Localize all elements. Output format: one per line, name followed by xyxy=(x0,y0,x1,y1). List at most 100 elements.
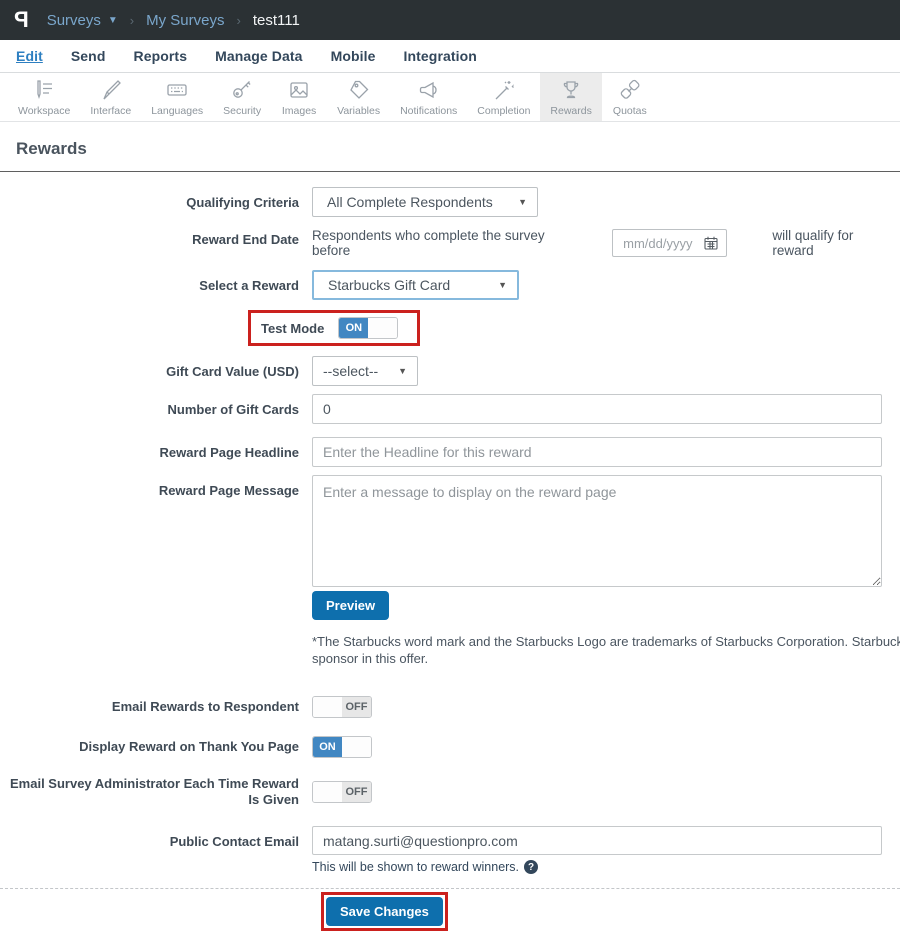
breadcrumb-survey-name: test111 xyxy=(252,11,300,29)
completion-icon xyxy=(495,81,514,100)
main-tab-nav: Edit Send Reports Manage Data Mobile Int… xyxy=(0,40,900,73)
page-title: Rewards xyxy=(16,139,87,158)
reward-end-date-input[interactable]: mm/dd/yyyy xyxy=(612,229,728,257)
toggle-state-text: ON xyxy=(339,318,369,338)
public-contact-email-input[interactable] xyxy=(312,826,882,856)
save-annotation-box: Save Changes xyxy=(321,892,448,931)
calendar-icon[interactable] xyxy=(704,236,718,250)
toggle-state-text: OFF xyxy=(342,782,371,803)
toolbar-item-label: Rewards xyxy=(550,105,592,117)
toolbar-item-label: Variables xyxy=(337,105,381,117)
rewards-form: Qualifying Criteria All Complete Respond… xyxy=(0,172,900,931)
qualifying-criteria-label: Qualifying Criteria xyxy=(186,195,299,210)
toolbar-item-workspace[interactable]: Workspace xyxy=(8,73,80,121)
toolbar-item-notifications[interactable]: Notifications xyxy=(390,73,467,121)
toolbar-item-label: Notifications xyxy=(400,105,458,117)
tab-reports[interactable]: Reports xyxy=(133,48,187,64)
select-reward-value: Starbucks Gift Card xyxy=(328,277,451,293)
images-icon xyxy=(290,82,308,98)
public-contact-email-row: Public Contact Email This will be shown … xyxy=(0,826,900,875)
toggle-state-text: ON xyxy=(313,736,342,757)
surveys-dropdown-caret-icon[interactable]: ▼ xyxy=(108,15,118,26)
toggle-knob xyxy=(313,696,342,717)
display-reward-toggle[interactable]: ON xyxy=(312,735,372,758)
test-mode-annotation-box: Test Mode ON xyxy=(248,310,421,346)
date-placeholder: mm/dd/yyyy xyxy=(623,235,693,251)
display-reward-row: Display Reward on Thank You Page ON xyxy=(0,735,900,758)
select-reward-label: Select a Reward xyxy=(199,278,299,293)
toolbar-item-variables[interactable]: Variables xyxy=(327,73,390,121)
quotas-icon xyxy=(620,79,640,99)
toolbar-item-languages[interactable]: Languages xyxy=(141,73,213,121)
reward-page-message-label: Reward Page Message xyxy=(158,483,299,498)
number-of-gift-cards-label: Number of Gift Cards xyxy=(167,402,299,417)
qualifying-criteria-select[interactable]: All Complete Respondents ▼ xyxy=(312,187,538,217)
public-contact-email-label: Public Contact Email xyxy=(169,834,299,850)
edit-icon-toolbar: Workspace Interface Languages Security I… xyxy=(0,73,900,122)
display-reward-label: Display Reward on Thank You Page xyxy=(79,738,299,754)
toggle-knob xyxy=(342,736,371,757)
email-rewards-toggle[interactable]: OFF xyxy=(312,695,372,718)
select-reward-row: Select a Reward Starbucks Gift Card ▼ xyxy=(0,270,900,300)
save-changes-button[interactable]: Save Changes xyxy=(326,897,443,927)
reward-page-headline-input[interactable] xyxy=(312,437,882,467)
variables-icon xyxy=(349,80,369,99)
workspace-icon xyxy=(37,80,53,100)
reward-page-headline-row: Reward Page Headline xyxy=(0,437,900,467)
tab-send[interactable]: Send xyxy=(71,48,106,64)
toolbar-item-label: Images xyxy=(281,105,317,117)
toolbar-item-security[interactable]: Security xyxy=(213,73,271,121)
toolbar-item-interface[interactable]: Interface xyxy=(80,73,141,121)
toolbar-item-label: Quotas xyxy=(612,105,647,117)
toolbar-item-label: Interface xyxy=(90,105,132,117)
toolbar-item-label: Workspace xyxy=(18,105,71,117)
email-admin-label: Email Survey Administrator Each Time Rew… xyxy=(10,775,299,808)
tab-manage-data[interactable]: Manage Data xyxy=(215,48,302,64)
disclaimer-row: *The Starbucks word mark and the Starbuc… xyxy=(0,630,900,682)
number-of-gift-cards-input[interactable] xyxy=(312,394,882,424)
footer-dashed-divider xyxy=(0,888,900,890)
reward-end-date-suffix-text: will qualify for reward xyxy=(772,228,854,258)
reward-end-date-label: Reward End Date xyxy=(192,232,299,247)
chevron-down-icon: ▼ xyxy=(498,280,507,290)
gift-card-value-label: Gift Card Value (USD) xyxy=(166,364,299,379)
interface-icon xyxy=(103,80,121,100)
reward-page-message-textarea[interactable] xyxy=(312,475,882,587)
preview-button[interactable]: Preview xyxy=(312,591,390,620)
questionpro-logo-icon[interactable]: P xyxy=(14,7,29,33)
top-header-bar: P Surveys ▼ › My Surveys › test111 xyxy=(0,0,900,40)
tab-mobile[interactable]: Mobile xyxy=(331,48,376,64)
breadcrumb-surveys[interactable]: Surveys xyxy=(47,12,101,29)
number-of-gift-cards-row: Number of Gift Cards xyxy=(0,394,900,424)
toolbar-item-rewards[interactable]: Rewards xyxy=(540,73,602,121)
languages-icon xyxy=(167,84,187,96)
contact-email-help-text: This will be shown to reward winners. xyxy=(312,860,520,875)
reward-page-headline-label: Reward Page Headline xyxy=(159,445,299,460)
toolbar-item-quotas[interactable]: Quotas xyxy=(602,73,658,121)
email-rewards-row: Email Rewards to Respondent OFF xyxy=(0,695,900,718)
toggle-knob xyxy=(313,782,342,803)
toggle-state-text: OFF xyxy=(342,696,371,717)
qualifying-criteria-row: Qualifying Criteria All Complete Respond… xyxy=(0,187,900,217)
email-admin-toggle[interactable]: OFF xyxy=(312,781,372,804)
breadcrumb-separator-icon: › xyxy=(236,12,241,28)
breadcrumb-my-surveys[interactable]: My Surveys xyxy=(146,12,224,29)
breadcrumb-separator-icon: › xyxy=(129,12,135,28)
help-question-icon[interactable]: ? xyxy=(524,860,539,875)
reward-page-message-row: Reward Page Message xyxy=(0,475,900,587)
gift-card-value-select[interactable]: --select-- ▼ xyxy=(312,356,418,386)
toolbar-item-completion[interactable]: Completion xyxy=(467,73,540,121)
rewards-icon xyxy=(563,81,579,99)
toolbar-item-label: Security xyxy=(223,105,262,117)
tab-edit[interactable]: Edit xyxy=(16,48,43,64)
select-reward-select[interactable]: Starbucks Gift Card ▼ xyxy=(312,270,519,300)
toolbar-item-images[interactable]: Images xyxy=(271,73,327,121)
tab-integration[interactable]: Integration xyxy=(404,48,477,64)
email-rewards-label: Email Rewards to Respondent xyxy=(111,698,299,714)
test-mode-toggle[interactable]: ON xyxy=(338,317,399,339)
chevron-down-icon: ▼ xyxy=(518,197,527,207)
test-mode-label: Test Mode xyxy=(261,320,325,336)
toggle-knob xyxy=(368,318,398,338)
reward-end-date-row: Reward End Date Respondents who complete… xyxy=(0,225,900,258)
chevron-down-icon: ▼ xyxy=(398,366,407,376)
